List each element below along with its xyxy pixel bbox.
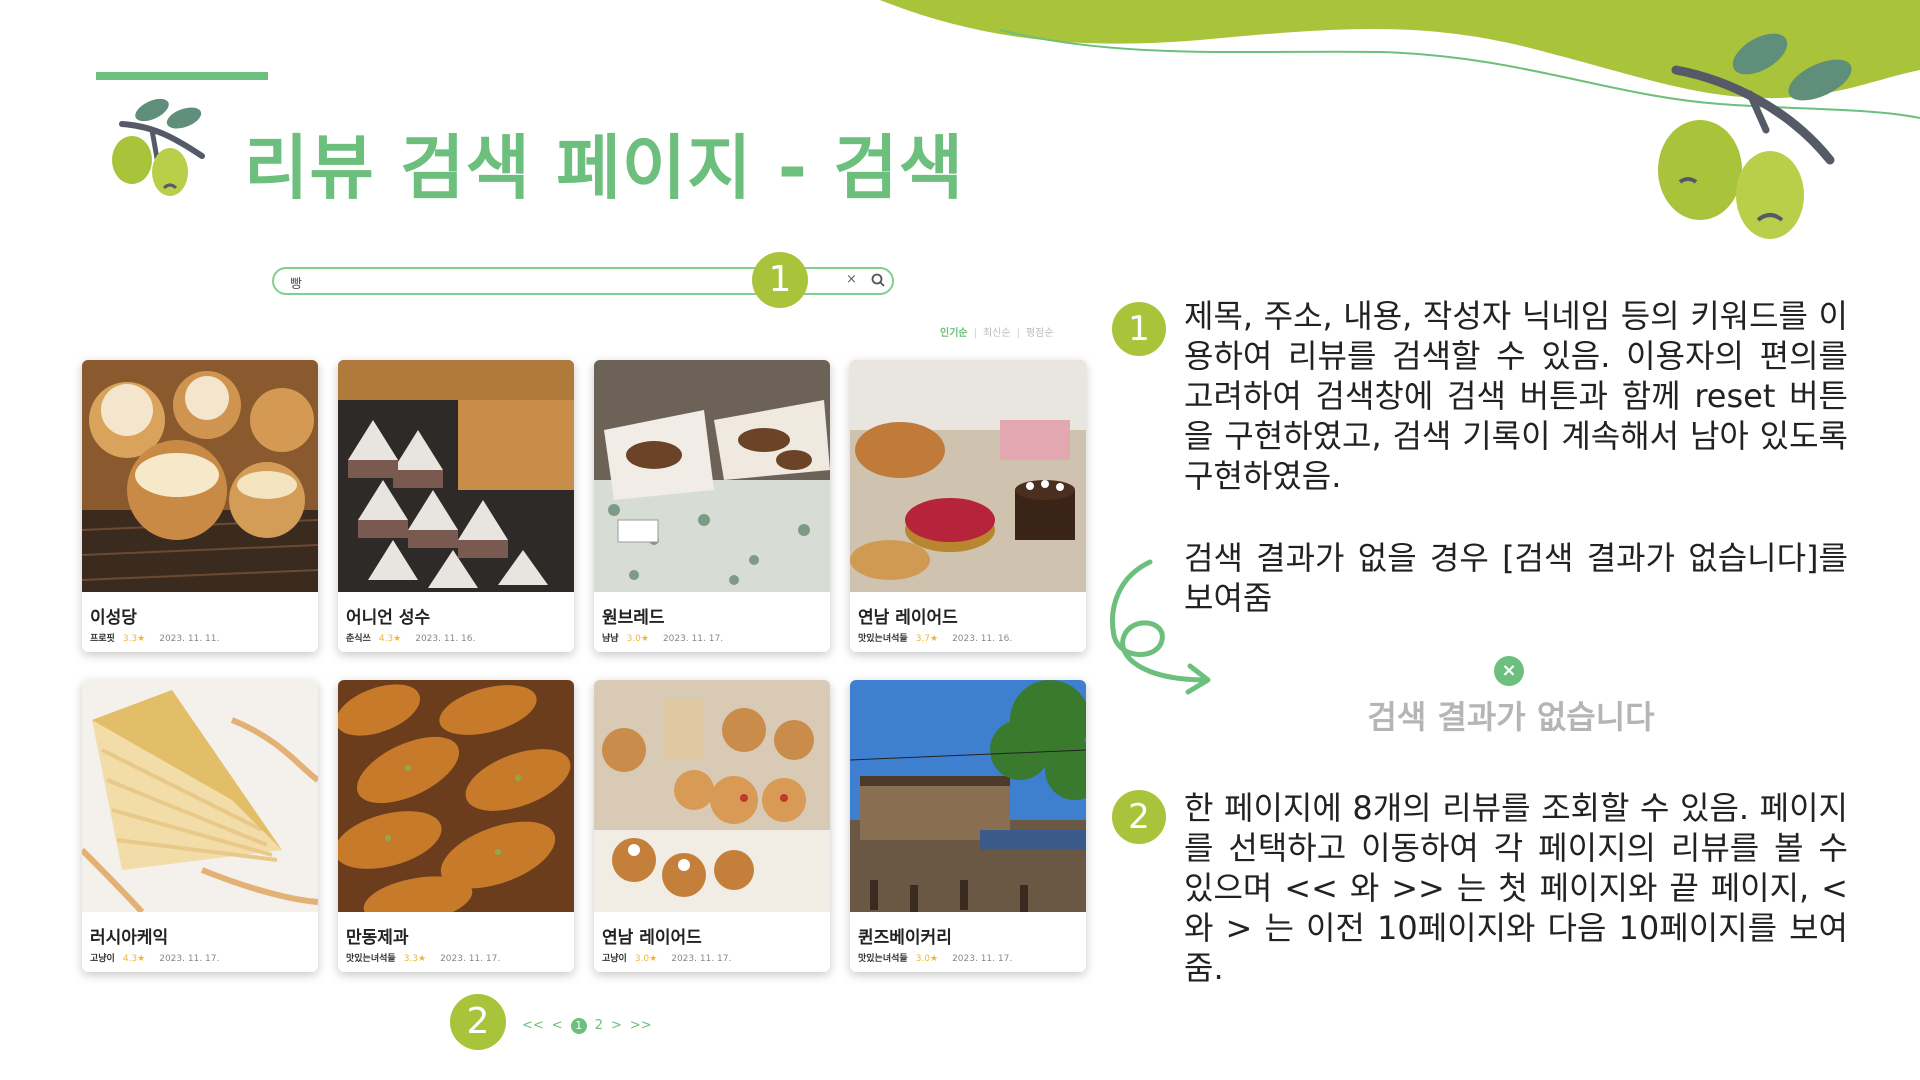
card-author: 냠냠 [602, 634, 619, 644]
search-icon[interactable] [870, 272, 886, 288]
sort-separator: | [1016, 328, 1020, 339]
card-rating: 4.3★ [378, 634, 402, 644]
card-meta: 냠냠 3.0★ 2023. 11. 17. [602, 631, 723, 644]
card-author: 춘식쓰 [346, 634, 371, 644]
card-store-name: 연남 레이어드 [602, 928, 702, 948]
description-no-result: 검색 결과가 없을 경우 [검색 결과가 없습니다]를 보여줌 [1184, 539, 1848, 617]
card-date: 2023. 11. 16. [952, 634, 1013, 644]
card-author: 고냥이 [90, 954, 115, 964]
card-date: 2023. 11. 17. [159, 954, 220, 964]
sort-tab-latest[interactable]: 최신순 [983, 328, 1011, 339]
review-card[interactable]: 연남 레이어드 고냥이 3.0★ 2023. 11. 17. [594, 680, 830, 972]
olive-branch-icon [112, 98, 205, 196]
card-rating: 3.7★ [915, 634, 939, 644]
card-rating: 3.0★ [634, 954, 658, 964]
review-photo-bakery-storefront [850, 680, 1086, 912]
description-search: 제목, 주소, 내용, 작성자 닉네임 등의 키워드를 이용하여 리뷰를 검색할… [1184, 297, 1848, 495]
sort-separator: | [973, 328, 977, 339]
card-rating: 4.3★ [122, 954, 146, 964]
prev-page-button[interactable]: < [552, 1018, 563, 1033]
review-card[interactable]: 러시아케익 고냥이 4.3★ 2023. 11. 17. [82, 680, 318, 972]
card-rating: 3.3★ [122, 634, 146, 644]
review-card[interactable]: 만동제과 맛있는녀석들 3.3★ 2023. 11. 17. [338, 680, 574, 972]
review-photo-garlic-breads [338, 680, 574, 912]
annotation-badge-1: 1 [1112, 302, 1166, 356]
next-page-button[interactable]: > [611, 1018, 622, 1033]
card-date: 2023. 11. 16. [415, 634, 476, 644]
card-store-name: 퀸즈베이커리 [858, 928, 952, 948]
search-reset-button[interactable]: × [846, 272, 857, 287]
card-meta: 고냥이 3.0★ 2023. 11. 17. [602, 951, 731, 964]
search-input[interactable] [288, 271, 812, 293]
card-meta: 프로핏 3.3★ 2023. 11. 11. [90, 631, 219, 644]
curved-arrow-icon [1110, 559, 1211, 695]
no-result-message: 검색 결과가 없습니다 [1367, 698, 1655, 736]
last-page-button[interactable]: >> [630, 1018, 652, 1033]
card-meta: 고냥이 4.3★ 2023. 11. 17. [90, 951, 219, 964]
annotation-badge-2: 2 [450, 994, 506, 1050]
review-photo-bread-baskets [594, 360, 830, 592]
card-store-name: 어니언 성수 [346, 608, 431, 628]
card-meta: 맛있는녀석들 3.7★ 2023. 11. 16. [858, 631, 1012, 644]
card-author: 프로핏 [90, 634, 115, 644]
card-store-name: 만동제과 [346, 928, 409, 948]
page-2-button[interactable]: 2 [595, 1018, 603, 1033]
card-author: 맛있는녀석들 [346, 954, 396, 964]
review-photo-scones-display [594, 680, 830, 912]
sort-tab-rating[interactable]: 평점순 [1026, 328, 1054, 339]
card-date: 2023. 11. 17. [662, 634, 724, 644]
card-author: 맛있는녀석들 [858, 954, 908, 964]
description-pagination: 한 페이지에 8개의 리뷰를 조회할 수 있음. 페이지를 선택하고 이동하여 … [1184, 789, 1848, 987]
review-card[interactable]: 어니언 성수 춘식쓰 4.3★ 2023. 11. 16. [338, 360, 574, 652]
card-store-name: 원브레드 [602, 608, 665, 628]
sort-tab-popular[interactable]: 인기순 [940, 328, 968, 339]
card-date: 2023. 11. 11. [159, 634, 220, 644]
card-rating: 3.3★ [403, 954, 427, 964]
card-meta: 맛있는녀석들 3.3★ 2023. 11. 17. [346, 951, 500, 964]
card-date: 2023. 11. 17. [440, 954, 501, 964]
annotation-badge-1: 1 [752, 252, 808, 308]
card-meta: 맛있는녀석들 3.0★ 2023. 11. 17. [858, 951, 1012, 964]
first-page-button[interactable]: << [522, 1018, 544, 1033]
card-store-name: 이성당 [90, 608, 137, 628]
card-store-name: 러시아케익 [90, 928, 169, 948]
card-rating: 3.0★ [626, 634, 649, 644]
card-date: 2023. 11. 17. [671, 954, 732, 964]
card-author: 고냥이 [602, 954, 627, 964]
sort-tabs: 인기순 | 최신순 | 평점순 [940, 324, 1054, 339]
page-title: 리뷰 검색 페이지 - 검색 [244, 127, 965, 209]
review-card[interactable]: 원브레드 냠냠 3.0★ 2023. 11. 17. [594, 360, 830, 652]
card-author: 맛있는녀석들 [858, 634, 908, 644]
card-store-name: 연남 레이어드 [858, 608, 958, 628]
title-accent-bar [96, 72, 268, 80]
annotation-badge-2: 2 [1112, 790, 1166, 844]
review-photo-powdered-breads [338, 360, 574, 592]
olive-corner-icon [1658, 33, 1852, 239]
card-meta: 춘식쓰 4.3★ 2023. 11. 16. [346, 631, 475, 644]
review-card[interactable]: 이성당 프로핏 3.3★ 2023. 11. 11. [82, 360, 318, 652]
review-card[interactable]: 연남 레이어드 맛있는녀석들 3.7★ 2023. 11. 16. [850, 360, 1086, 652]
page-1-button[interactable]: 1 [570, 1018, 587, 1034]
review-card[interactable]: 퀸즈베이커리 맛있는녀석들 3.0★ 2023. 11. 17. [850, 680, 1086, 972]
review-photo-layer-cake-slice [82, 680, 318, 912]
close-circle-icon: × [1494, 656, 1524, 686]
card-date: 2023. 11. 17. [952, 954, 1013, 964]
review-photo-cream-puffs [82, 360, 318, 592]
review-photo-cakes-display [850, 360, 1086, 592]
card-rating: 3.0★ [915, 954, 939, 964]
pagination: << <1 2 > >> [522, 1018, 660, 1034]
